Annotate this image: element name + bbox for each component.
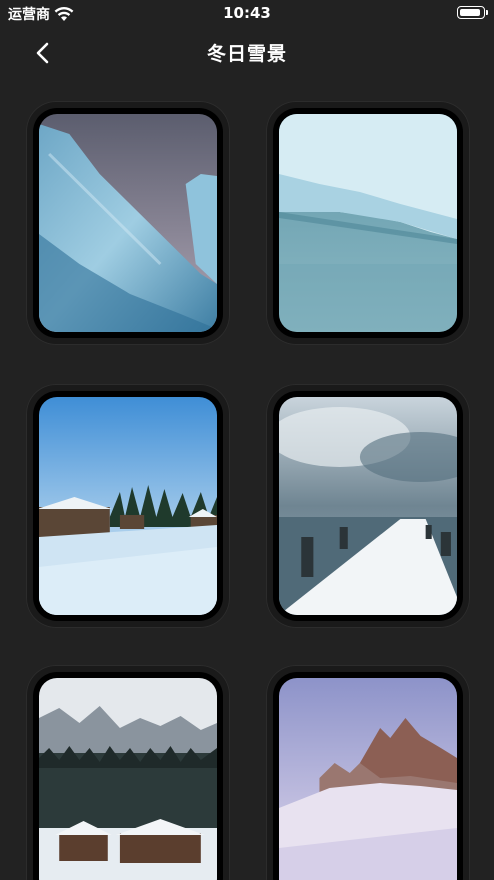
snowy-pier-image [279,397,457,615]
status-time: 10:43 [223,4,271,22]
frozen-lake-ice-image [279,114,457,332]
status-bar: 运营商 10:43 [0,0,494,26]
ice-cliff-image [39,114,217,332]
battery-icon [457,6,488,19]
gallery-card-frozen-lake-ice[interactable] [266,101,470,345]
snowy-cabins-forest-image [39,397,217,615]
gallery-card-mountain-village[interactable] [26,665,230,880]
battery-level [460,9,480,16]
gallery-card-ice-cliff[interactable] [26,101,230,345]
gallery-card-dolomite-peaks[interactable] [266,665,470,880]
page-title: 冬日雪景 [206,43,287,65]
dolomite-peaks-image [279,678,457,880]
nav-bar: 冬日雪景 [0,30,494,74]
mountain-village-image [39,678,217,880]
gallery-card-snowy-cabins-forest[interactable] [26,384,230,628]
gallery-card-snowy-pier[interactable] [266,384,470,628]
